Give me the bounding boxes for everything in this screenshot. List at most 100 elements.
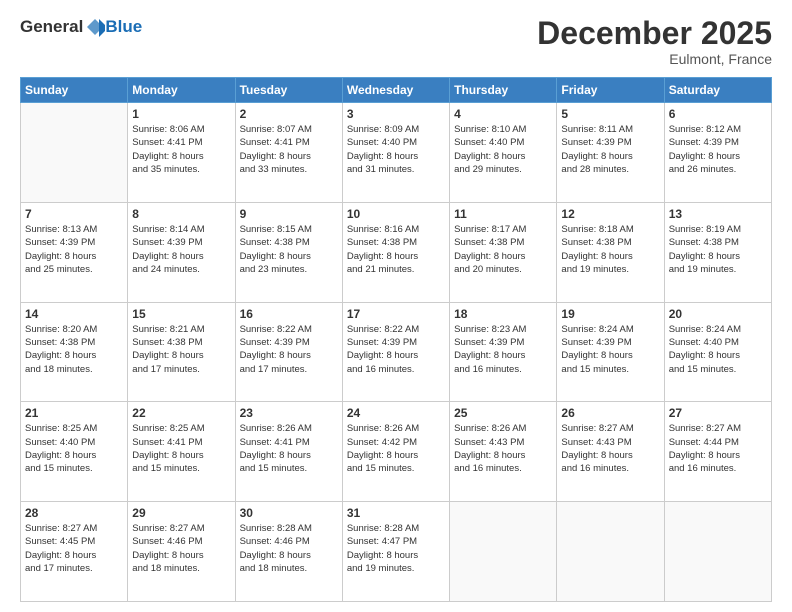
day-number: 7 (25, 207, 123, 221)
day-number: 25 (454, 406, 552, 420)
calendar-cell: 20 Sunrise: 8:24 AM Sunset: 4:40 PM Dayli… (664, 302, 771, 402)
calendar-cell: 8Sunrise: 8:14 AM Sunset: 4:39 PM Daylig… (128, 202, 235, 302)
day-number: 30 (240, 506, 338, 520)
day-info: Sunrise: 8:06 AM Sunset: 4:41 PM Dayligh… (132, 123, 230, 176)
day-number: 27 (669, 406, 767, 420)
calendar-cell: 23 Sunrise: 8:26 AM Sunset: 4:41 PM Dayli… (235, 402, 342, 502)
calendar-cell: 17 Sunrise: 8:22 AM Sunset: 4:39 PM Dayli… (342, 302, 449, 402)
calendar-cell: 6 Sunrise: 8:12 AM Sunset: 4:39 PM Daylig… (664, 103, 771, 203)
calendar-cell: 9 Sunrise: 8:15 AM Sunset: 4:38 PM Daylig… (235, 202, 342, 302)
calendar-week-row: 21 Sunrise: 8:25 AM Sunset: 4:40 PM Dayli… (21, 402, 772, 502)
day-number: 10 (347, 207, 445, 221)
calendar-cell: 5Sunrise: 8:11 AM Sunset: 4:39 PM Daylig… (557, 103, 664, 203)
day-info: Sunrise: 8:10 AM Sunset: 4:40 PM Dayligh… (454, 123, 552, 176)
calendar-cell: 21 Sunrise: 8:25 AM Sunset: 4:40 PM Dayli… (21, 402, 128, 502)
calendar-cell: 3 Sunrise: 8:09 AM Sunset: 4:40 PM Daylig… (342, 103, 449, 203)
calendar-week-row: 7 Sunrise: 8:13 AM Sunset: 4:39 PM Daylig… (21, 202, 772, 302)
day-number: 31 (347, 506, 445, 520)
day-number: 9 (240, 207, 338, 221)
day-number: 4 (454, 107, 552, 121)
day-info: Sunrise: 8:16 AM Sunset: 4:38 PM Dayligh… (347, 223, 445, 276)
day-info: Sunrise: 8:13 AM Sunset: 4:39 PM Dayligh… (25, 223, 123, 276)
day-info: Sunrise: 8:12 AM Sunset: 4:39 PM Dayligh… (669, 123, 767, 176)
calendar-cell: 24 Sunrise: 8:26 AM Sunset: 4:42 PM Dayli… (342, 402, 449, 502)
day-info: Sunrise: 8:23 AM Sunset: 4:39 PM Dayligh… (454, 323, 552, 376)
day-number: 19 (561, 307, 659, 321)
day-info: Sunrise: 8:22 AM Sunset: 4:39 PM Dayligh… (347, 323, 445, 376)
day-info: Sunrise: 8:07 AM Sunset: 4:41 PM Dayligh… (240, 123, 338, 176)
calendar-cell: 26 Sunrise: 8:27 AM Sunset: 4:43 PM Dayli… (557, 402, 664, 502)
day-header-monday: Monday (128, 78, 235, 103)
day-info: Sunrise: 8:24 AM Sunset: 4:40 PM Dayligh… (669, 323, 767, 376)
calendar-cell: 2 Sunrise: 8:07 AM Sunset: 4:41 PM Daylig… (235, 103, 342, 203)
day-number: 23 (240, 406, 338, 420)
calendar-cell (664, 502, 771, 602)
day-number: 5 (561, 107, 659, 121)
day-info: Sunrise: 8:25 AM Sunset: 4:40 PM Dayligh… (25, 422, 123, 475)
calendar-cell: 13Sunrise: 8:19 AM Sunset: 4:38 PM Dayli… (664, 202, 771, 302)
day-number: 14 (25, 307, 123, 321)
calendar-cell: 25Sunrise: 8:26 AM Sunset: 4:43 PM Dayli… (450, 402, 557, 502)
calendar-cell: 18 Sunrise: 8:23 AM Sunset: 4:39 PM Dayli… (450, 302, 557, 402)
day-number: 18 (454, 307, 552, 321)
day-info: Sunrise: 8:17 AM Sunset: 4:38 PM Dayligh… (454, 223, 552, 276)
day-number: 3 (347, 107, 445, 121)
day-info: Sunrise: 8:28 AM Sunset: 4:47 PM Dayligh… (347, 522, 445, 575)
day-info: Sunrise: 8:27 AM Sunset: 4:46 PM Dayligh… (132, 522, 230, 575)
day-number: 16 (240, 307, 338, 321)
calendar-cell: 7 Sunrise: 8:13 AM Sunset: 4:39 PM Daylig… (21, 202, 128, 302)
day-info: Sunrise: 8:26 AM Sunset: 4:42 PM Dayligh… (347, 422, 445, 475)
day-number: 11 (454, 207, 552, 221)
day-number: 21 (25, 406, 123, 420)
day-header-tuesday: Tuesday (235, 78, 342, 103)
logo-blue-text: Blue (105, 17, 142, 37)
page: General Blue December 2025 Eulmont, Fran… (0, 0, 792, 612)
day-header-wednesday: Wednesday (342, 78, 449, 103)
calendar-cell: 28Sunrise: 8:27 AM Sunset: 4:45 PM Dayli… (21, 502, 128, 602)
calendar-week-row: 1Sunrise: 8:06 AM Sunset: 4:41 PM Daylig… (21, 103, 772, 203)
day-header-thursday: Thursday (450, 78, 557, 103)
calendar-cell: 29Sunrise: 8:27 AM Sunset: 4:46 PM Dayli… (128, 502, 235, 602)
calendar-cell: 30Sunrise: 8:28 AM Sunset: 4:46 PM Dayli… (235, 502, 342, 602)
calendar-cell: 12 Sunrise: 8:18 AM Sunset: 4:38 PM Dayli… (557, 202, 664, 302)
location-subtitle: Eulmont, France (537, 51, 772, 67)
day-info: Sunrise: 8:18 AM Sunset: 4:38 PM Dayligh… (561, 223, 659, 276)
day-number: 20 (669, 307, 767, 321)
day-header-sunday: Sunday (21, 78, 128, 103)
calendar-cell (21, 103, 128, 203)
day-number: 12 (561, 207, 659, 221)
day-number: 26 (561, 406, 659, 420)
calendar-cell: 14 Sunrise: 8:20 AM Sunset: 4:38 PM Dayli… (21, 302, 128, 402)
day-number: 22 (132, 406, 230, 420)
calendar-cell (450, 502, 557, 602)
logo: General Blue (20, 16, 142, 37)
calendar-cell: 1Sunrise: 8:06 AM Sunset: 4:41 PM Daylig… (128, 103, 235, 203)
day-info: Sunrise: 8:09 AM Sunset: 4:40 PM Dayligh… (347, 123, 445, 176)
calendar-week-row: 28Sunrise: 8:27 AM Sunset: 4:45 PM Dayli… (21, 502, 772, 602)
calendar-cell: 19Sunrise: 8:24 AM Sunset: 4:39 PM Dayli… (557, 302, 664, 402)
day-info: Sunrise: 8:19 AM Sunset: 4:38 PM Dayligh… (669, 223, 767, 276)
calendar-cell: 22 Sunrise: 8:25 AM Sunset: 4:41 PM Dayli… (128, 402, 235, 502)
day-info: Sunrise: 8:27 AM Sunset: 4:44 PM Dayligh… (669, 422, 767, 475)
day-header-friday: Friday (557, 78, 664, 103)
day-info: Sunrise: 8:25 AM Sunset: 4:41 PM Dayligh… (132, 422, 230, 475)
day-info: Sunrise: 8:26 AM Sunset: 4:41 PM Dayligh… (240, 422, 338, 475)
header: General Blue December 2025 Eulmont, Fran… (20, 16, 772, 67)
calendar-cell: 27 Sunrise: 8:27 AM Sunset: 4:44 PM Dayli… (664, 402, 771, 502)
day-info: Sunrise: 8:20 AM Sunset: 4:38 PM Dayligh… (25, 323, 123, 376)
day-number: 17 (347, 307, 445, 321)
title-area: December 2025 Eulmont, France (537, 16, 772, 67)
day-number: 24 (347, 406, 445, 420)
day-number: 28 (25, 506, 123, 520)
day-info: Sunrise: 8:15 AM Sunset: 4:38 PM Dayligh… (240, 223, 338, 276)
calendar-header-row: SundayMondayTuesdayWednesdayThursdayFrid… (21, 78, 772, 103)
calendar-week-row: 14 Sunrise: 8:20 AM Sunset: 4:38 PM Dayli… (21, 302, 772, 402)
calendar-cell: 4 Sunrise: 8:10 AM Sunset: 4:40 PM Daylig… (450, 103, 557, 203)
day-info: Sunrise: 8:27 AM Sunset: 4:43 PM Dayligh… (561, 422, 659, 475)
calendar-table: SundayMondayTuesdayWednesdayThursdayFrid… (20, 77, 772, 602)
day-number: 8 (132, 207, 230, 221)
day-header-saturday: Saturday (664, 78, 771, 103)
day-number: 2 (240, 107, 338, 121)
logo-general-text: General (20, 17, 83, 37)
day-number: 6 (669, 107, 767, 121)
